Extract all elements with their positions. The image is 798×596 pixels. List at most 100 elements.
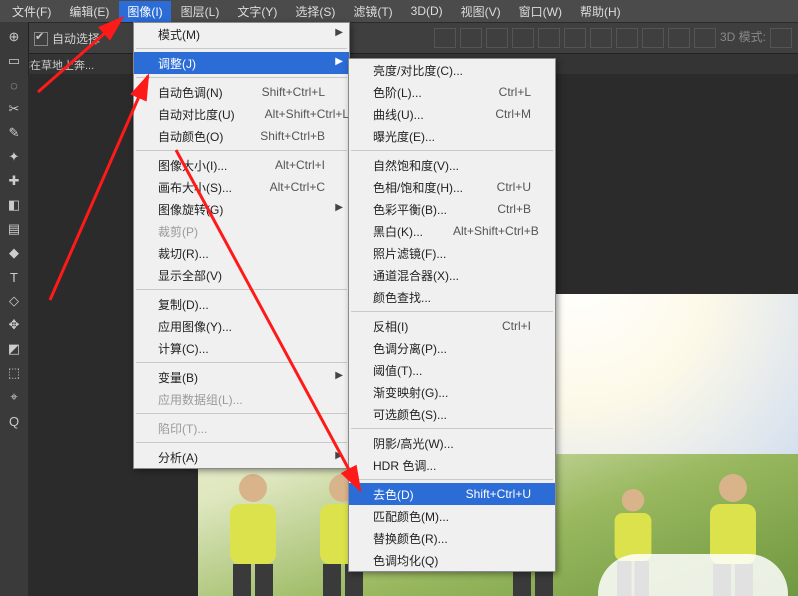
menu-row[interactable]: 亮度/对比度(C)... (349, 59, 555, 81)
mode-3d-icon[interactable] (770, 28, 792, 48)
menu-row[interactable]: 图像旋转(G)▶ (134, 198, 349, 220)
menu-shortcut: Alt+Ctrl+I (245, 158, 325, 172)
menu-row[interactable]: 通道混合器(X)... (349, 264, 555, 286)
menu-row[interactable]: 显示全部(V) (134, 264, 349, 286)
menu-row[interactable]: 色阶(L)...Ctrl+L (349, 81, 555, 103)
menu-row[interactable]: 模式(M)▶ (134, 23, 349, 45)
tool-icon[interactable]: ✎ (5, 124, 23, 142)
menu-row[interactable]: 阴影/高光(W)... (349, 432, 555, 454)
menu-row-label: 复制(D)... (158, 296, 209, 313)
menu-item[interactable]: 3D(D) (403, 2, 451, 20)
menu-row[interactable]: 颜色查找... (349, 286, 555, 308)
menu-row-label: 可选颜色(S)... (373, 406, 447, 423)
menu-row[interactable]: 反相(I)Ctrl+I (349, 315, 555, 337)
menu-item[interactable]: 选择(S) (287, 1, 343, 22)
tool-icon[interactable]: T (5, 268, 23, 286)
menu-row[interactable]: 照片滤镜(F)... (349, 242, 555, 264)
menu-row[interactable]: 阈值(T)... (349, 359, 555, 381)
align-icon[interactable] (434, 28, 456, 48)
menu-shortcut: Ctrl+U (467, 180, 531, 194)
menu-row-label: 图像旋转(G) (158, 201, 223, 218)
menu-row[interactable]: 可选颜色(S)... (349, 403, 555, 425)
menu-row-label: 黑白(K)... (373, 223, 423, 240)
menu-row-label: 画布大小(S)... (158, 179, 232, 196)
menu-row[interactable]: 计算(C)... (134, 337, 349, 359)
auto-select-checkbox[interactable]: 自动选择 (34, 30, 100, 47)
tool-icon[interactable]: ◌ (5, 76, 23, 94)
menu-row[interactable]: HDR 色调... (349, 454, 555, 476)
align-icon[interactable] (668, 28, 690, 48)
tool-icon[interactable]: ⊕ (5, 28, 23, 46)
align-icon[interactable] (460, 28, 482, 48)
menu-shortcut: Ctrl+B (467, 202, 531, 216)
align-icon[interactable] (486, 28, 508, 48)
menu-item[interactable]: 窗口(W) (511, 1, 570, 22)
menu-row[interactable]: 去色(D)Shift+Ctrl+U (349, 483, 555, 505)
menu-row[interactable]: 曝光度(E)... (349, 125, 555, 147)
menu-row[interactable]: 复制(D)... (134, 293, 349, 315)
menu-row[interactable]: 自动对比度(U)Alt+Shift+Ctrl+L (134, 103, 349, 125)
tool-icon[interactable]: ✦ (5, 148, 23, 166)
menu-row[interactable]: 黑白(K)...Alt+Shift+Ctrl+B (349, 220, 555, 242)
menu-row[interactable]: 画布大小(S)...Alt+Ctrl+C (134, 176, 349, 198)
tool-icon[interactable]: ◩ (5, 340, 23, 358)
menu-row-label: 替换颜色(R)... (373, 530, 448, 547)
menu-row[interactable]: 曲线(U)...Ctrl+M (349, 103, 555, 125)
menu-row[interactable]: 变量(B)▶ (134, 366, 349, 388)
menu-row[interactable]: 色彩平衡(B)...Ctrl+B (349, 198, 555, 220)
tool-column: ⊕ ▭ ◌ ✂ ✎ ✦ ✚ ◧ ▤ ◆ T ◇ ✥ ◩ ⬚ ⌖ Q (0, 22, 29, 596)
menu-item[interactable]: 图像(I) (119, 1, 170, 22)
menu-item[interactable]: 图层(L) (173, 1, 228, 22)
menu-row[interactable]: 调整(J)▶ (134, 52, 349, 74)
menu-row[interactable]: 色相/饱和度(H)... Ctrl+U (349, 176, 555, 198)
align-icon[interactable] (538, 28, 560, 48)
menu-row[interactable]: 匹配颜色(M)... (349, 505, 555, 527)
menu-row[interactable]: 色调均化(Q) (349, 549, 555, 571)
tool-icon[interactable]: ▤ (5, 220, 23, 238)
menu-row-label: 阈值(T)... (373, 362, 422, 379)
menu-row[interactable]: 应用图像(Y)... (134, 315, 349, 337)
menu-row-label: 自动颜色(O) (158, 128, 223, 145)
menu-item[interactable]: 滤镜(T) (345, 1, 400, 22)
menu-item[interactable]: 文件(F) (4, 1, 59, 22)
menu-row[interactable]: 渐变映射(G)... (349, 381, 555, 403)
menu-row[interactable]: 自动色调(N)Shift+Ctrl+L (134, 81, 349, 103)
align-icon[interactable] (694, 28, 716, 48)
align-icon[interactable] (512, 28, 534, 48)
menu-row[interactable]: 裁切(R)... (134, 242, 349, 264)
tool-icon[interactable]: ✂ (5, 100, 23, 118)
menu-row-label: 反相(I) (373, 318, 408, 335)
menu-item[interactable]: 帮助(H) (572, 1, 629, 22)
menu-row[interactable]: 自然饱和度(V)... (349, 154, 555, 176)
tool-icon[interactable]: ✥ (5, 316, 23, 334)
menu-row-label: 通道混合器(X)... (373, 267, 459, 284)
menu-row[interactable]: 自动颜色(O)Shift+Ctrl+B (134, 125, 349, 147)
tool-icon[interactable]: ◧ (5, 196, 23, 214)
menu-item[interactable]: 编辑(E) (61, 1, 117, 22)
tool-icon[interactable]: ◇ (5, 292, 23, 310)
menu-separator (136, 362, 347, 363)
tool-icon[interactable]: ✚ (5, 172, 23, 190)
tool-icon[interactable]: ⌖ (5, 388, 23, 406)
tool-icon[interactable]: ▭ (5, 52, 23, 70)
menu-row[interactable]: 色调分离(P)... (349, 337, 555, 359)
menu-item[interactable]: 文字(Y) (229, 1, 285, 22)
menu-row[interactable]: 替换颜色(R)... (349, 527, 555, 549)
menu-row-label: 色调均化(Q) (373, 552, 438, 569)
align-icon[interactable] (642, 28, 664, 48)
menu-item[interactable]: 视图(V) (453, 1, 509, 22)
menu-row[interactable]: 分析(A)▶ (134, 446, 349, 468)
menu-row-label: 阴影/高光(W)... (373, 435, 454, 452)
menu-row-label: 色相/饱和度(H)... (373, 179, 463, 196)
align-icon[interactable] (590, 28, 612, 48)
tool-icon[interactable]: ⬚ (5, 364, 23, 382)
menu-row-label: 曝光度(E)... (373, 128, 435, 145)
tool-icon[interactable]: Q (5, 412, 23, 430)
align-icon[interactable] (564, 28, 586, 48)
menu-row-label: 去色(D) (373, 486, 414, 503)
align-icon[interactable] (616, 28, 638, 48)
options-bar: 自动选择 3D 模式: (0, 23, 798, 54)
menu-row[interactable]: 图像大小(I)...Alt+Ctrl+I (134, 154, 349, 176)
menu-row-label: 曲线(U)... (373, 106, 424, 123)
tool-icon[interactable]: ◆ (5, 244, 23, 262)
